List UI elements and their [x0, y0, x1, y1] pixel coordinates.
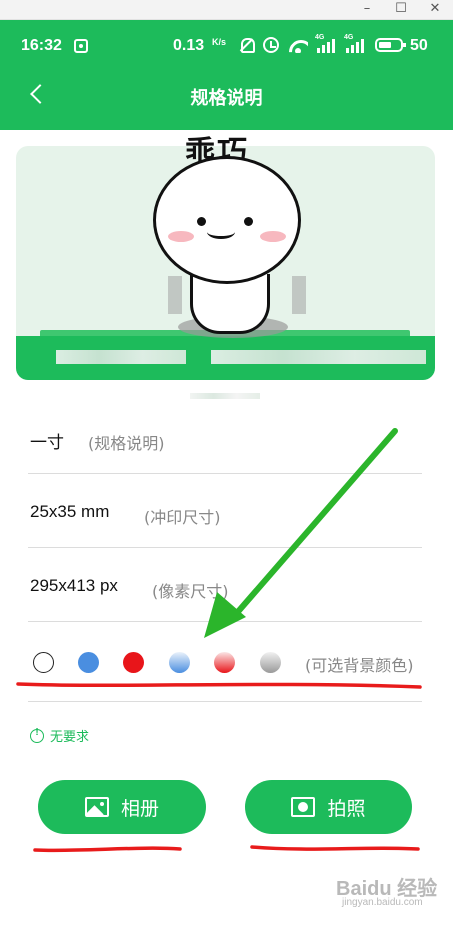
album-button[interactable]: 相册 — [38, 780, 206, 834]
image-icon — [84, 797, 109, 817]
color-swatch-white[interactable] — [33, 652, 54, 673]
camera-button-label: 拍照 — [327, 797, 366, 820]
app-notification-icon — [74, 39, 88, 53]
blurred-text — [211, 350, 426, 364]
background-color-label: (可选背景颜色) — [305, 656, 414, 675]
spec-value: 25x35 mm — [30, 502, 110, 521]
color-swatch-blue[interactable] — [78, 652, 99, 673]
network-speed: 0.13 — [173, 37, 205, 54]
page-title: 规格说明 — [190, 88, 263, 109]
signal-4g-icon: 4G — [344, 34, 366, 53]
sticker-face — [153, 156, 301, 284]
signal-tag: 4G — [315, 34, 325, 41]
eye — [244, 217, 253, 226]
album-button-label: 相册 — [120, 797, 159, 820]
camera-button[interactable]: 拍照 — [245, 780, 412, 834]
blurred-text — [190, 393, 260, 399]
alarm-icon — [263, 37, 279, 53]
hint-text: 无要求 — [50, 730, 90, 745]
annotation-underline — [250, 845, 420, 851]
spec-value: 一寸 — [30, 433, 64, 452]
signal-tag: 4G — [344, 34, 354, 41]
maximize-button[interactable]: ☐ — [384, 0, 418, 20]
pixelated-area — [292, 276, 306, 314]
spec-label: (像素尺寸) — [152, 582, 229, 601]
info-icon — [30, 727, 44, 743]
camera-icon — [291, 797, 316, 817]
status-icons: 4G 4G — [238, 34, 406, 55]
status-time: 16:32 — [21, 37, 62, 54]
blurred-text — [56, 350, 186, 364]
color-swatch-red[interactable] — [123, 652, 144, 673]
watermark-url: jingyan.baidu.com — [342, 897, 423, 908]
blush — [168, 231, 194, 242]
background-color-picker: (可选背景颜色) — [28, 632, 422, 702]
mouth — [207, 225, 235, 239]
requirement-hint: 无要求 — [30, 726, 89, 745]
close-window-button[interactable]: ✕ — [418, 0, 452, 20]
blush — [260, 231, 286, 242]
color-swatch-gray-gradient[interactable] — [260, 652, 281, 673]
annotation-underline — [33, 846, 182, 853]
wifi-icon — [288, 37, 308, 53]
network-speed-unit: K/s — [212, 37, 227, 47]
pixelated-area — [168, 276, 182, 314]
signal-4g-icon: 4G — [315, 34, 337, 53]
spec-label: (冲印尺寸) — [144, 508, 221, 527]
spec-row-size: 一寸 (规格说明) — [28, 400, 422, 474]
window-titlebar: – ☐ ✕ — [0, 0, 453, 20]
color-swatch-blue-gradient[interactable] — [169, 652, 190, 673]
mute-icon — [238, 37, 255, 53]
minimize-button[interactable]: – — [350, 0, 384, 20]
eye — [197, 217, 206, 226]
battery-icon — [375, 38, 406, 52]
spec-row-pixel-size: 295x413 px (像素尺寸) — [28, 548, 422, 622]
color-swatch-red-gradient[interactable] — [214, 652, 235, 673]
spec-row-print-size: 25x35 mm (冲印尺寸) — [28, 474, 422, 548]
battery-level: 50 — [410, 37, 428, 54]
app-header: 16:32 0.13 K/s 4G 4G 50 规格说明 — [0, 20, 453, 130]
spec-value: 295x413 px — [30, 576, 118, 595]
spec-label: (规格说明) — [88, 434, 165, 453]
